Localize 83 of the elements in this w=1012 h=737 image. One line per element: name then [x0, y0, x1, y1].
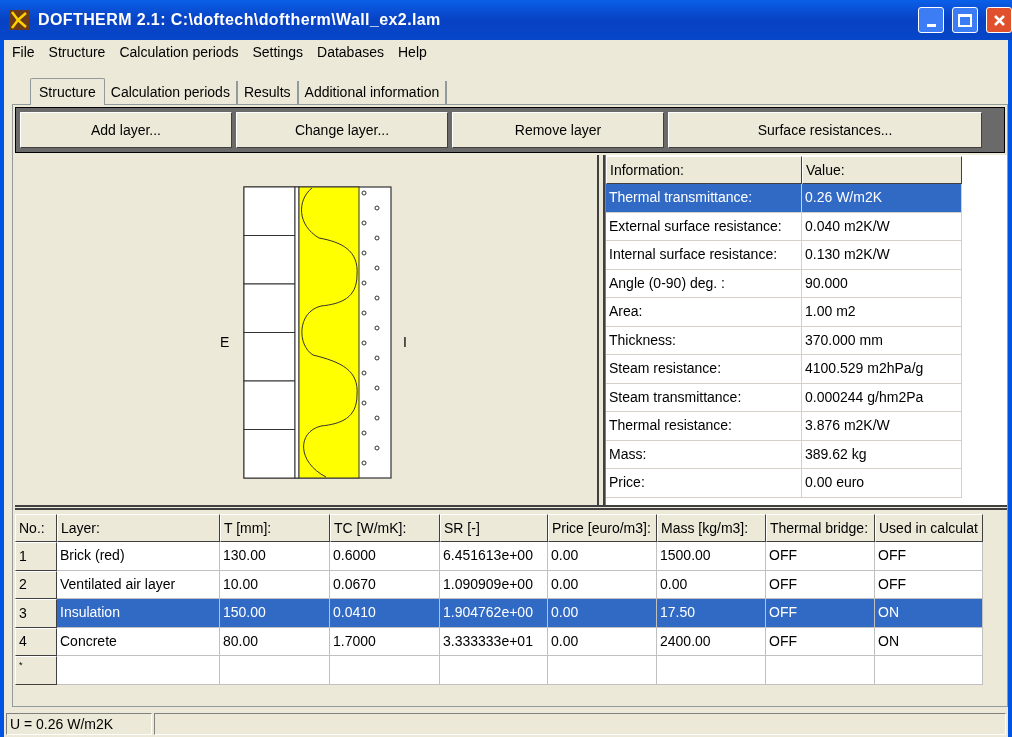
row-header: * — [15, 656, 57, 685]
table-cell: Area: — [606, 298, 802, 327]
menu-item[interactable]: Databases — [311, 41, 390, 63]
table-cell: 1500.00 — [657, 542, 766, 571]
info-row[interactable]: Area: 1.00 m2 — [606, 298, 962, 327]
info-row[interactable]: Internal surface resistance: 0.130 m2K/W — [606, 241, 962, 270]
table-cell: Steam resistance: — [606, 355, 802, 384]
close-icon — [992, 13, 1006, 27]
info-row[interactable]: Mass: 389.62 kg — [606, 440, 962, 469]
layer-row[interactable]: 4 Concrete 80.00 1.7000 3.333333e+01 0.00 2400.00 OFF ON — [15, 627, 983, 656]
toolbar-button[interactable]: Remove layer — [452, 112, 664, 148]
table-cell: 0.0410 — [330, 599, 440, 628]
table-cell: 1.904762e+00 — [440, 599, 548, 628]
table-cell: 0.00 — [548, 542, 657, 571]
table-cell: Thermal transmittance: — [606, 184, 802, 213]
exterior-label: E — [220, 333, 230, 352]
column-header: Information: — [606, 156, 802, 184]
info-row[interactable]: Thickness: 370.000 mm — [606, 326, 962, 355]
table-cell: 17.50 — [657, 599, 766, 628]
layer-row[interactable]: 3 Insulation 150.00 0.0410 1.904762e+00 0.00 17.50 OFF ON — [15, 599, 983, 628]
info-row[interactable]: Price: 0.00 euro — [606, 469, 962, 498]
minimize-icon — [926, 24, 936, 27]
toolbar-button[interactable]: Add layer... — [20, 112, 232, 148]
row-header: 1 — [15, 542, 57, 571]
layer-row[interactable]: 2 Ventilated air layer 10.00 0.0670 1.090909e+00 0.00 0.00 OFF OFF — [15, 570, 983, 599]
info-row[interactable]: Angle (0-90) deg. : 90.000 — [606, 269, 962, 298]
table-cell: OFF — [766, 542, 875, 571]
column-header: SR [-] — [440, 514, 548, 542]
minimize-button[interactable] — [918, 7, 944, 33]
tab[interactable]: Structure — [30, 78, 105, 105]
info-row[interactable]: Steam resistance: 4100.529 m2hPa/g — [606, 355, 962, 384]
column-header: Mass [kg/m3]: — [657, 514, 766, 542]
info-row[interactable]: External surface resistance: 0.040 m2K/W — [606, 212, 962, 241]
toolbar-button[interactable]: Change layer... — [236, 112, 448, 148]
maximize-icon — [958, 13, 972, 27]
splitter-bar[interactable] — [597, 155, 605, 505]
row-header: 4 — [15, 627, 57, 656]
table-cell: 0.00 euro — [802, 469, 962, 498]
table-cell: 0.6000 — [330, 542, 440, 571]
menu-item[interactable]: Calculation periods — [113, 41, 245, 63]
window-title: DOFTHERM 2.1: C:\doftech\doftherm\Wall_ex2.lam — [38, 10, 442, 30]
table-cell: OFF — [875, 542, 983, 571]
layer-row[interactable]: 1 Brick (red) 130.00 0.6000 6.451613e+00 0.00 1500.00 OFF OFF — [15, 542, 983, 571]
table-cell: 150.00 — [220, 599, 330, 628]
table-cell: 6.451613e+00 — [440, 542, 548, 571]
table-cell: 1.00 m2 — [802, 298, 962, 327]
info-row[interactable]: Steam transmittance: 0.000244 g/hm2Pa — [606, 383, 962, 412]
table-cell: OFF — [766, 599, 875, 628]
column-header: TC [W/mK]: — [330, 514, 440, 542]
menu-item[interactable]: Help — [392, 41, 433, 63]
app-logo-icon — [8, 9, 30, 31]
column-header: Price [euro/m3]: — [548, 514, 657, 542]
info-row[interactable]: Thermal resistance: 3.876 m2K/W — [606, 412, 962, 441]
column-header: T [mm]: — [220, 514, 330, 542]
table-cell: 130.00 — [220, 542, 330, 571]
maximize-button[interactable] — [952, 7, 978, 33]
toolbar-button[interactable]: Surface resistances... — [668, 112, 982, 148]
table-cell: Price: — [606, 469, 802, 498]
table-cell: Thermal resistance: — [606, 412, 802, 441]
table-cell: Internal surface resistance: — [606, 241, 802, 270]
table-cell: Brick (red) — [57, 542, 220, 571]
row-header: 3 — [15, 599, 57, 628]
table-cell: 4100.529 m2hPa/g — [802, 355, 962, 384]
status-text: U = 0.26 W/m2K — [6, 713, 152, 735]
menu-item[interactable]: Settings — [246, 41, 310, 63]
info-row[interactable]: Thermal transmittance: 0.26 W/m2K — [606, 184, 962, 213]
column-header: No.: — [15, 514, 57, 542]
table-cell: 3.876 m2K/W — [802, 412, 962, 441]
row-header: 2 — [15, 570, 57, 599]
table-cell: ON — [875, 599, 983, 628]
column-header: Used in calculat — [875, 514, 983, 542]
menu-item[interactable]: File — [6, 41, 41, 63]
table-cell: Insulation — [57, 599, 220, 628]
interior-label: I — [403, 333, 407, 352]
column-header: Value: — [802, 156, 962, 184]
table-cell: 0.26 W/m2K — [802, 184, 962, 213]
splitter-bar[interactable] — [15, 505, 1007, 510]
table-cell: 0.130 m2K/W — [802, 241, 962, 270]
table-cell: 0.00 — [548, 599, 657, 628]
close-button[interactable] — [986, 7, 1012, 33]
column-header: Thermal bridge: — [766, 514, 875, 542]
menu-item[interactable]: Structure — [42, 41, 112, 63]
column-header: Layer: — [57, 514, 220, 542]
